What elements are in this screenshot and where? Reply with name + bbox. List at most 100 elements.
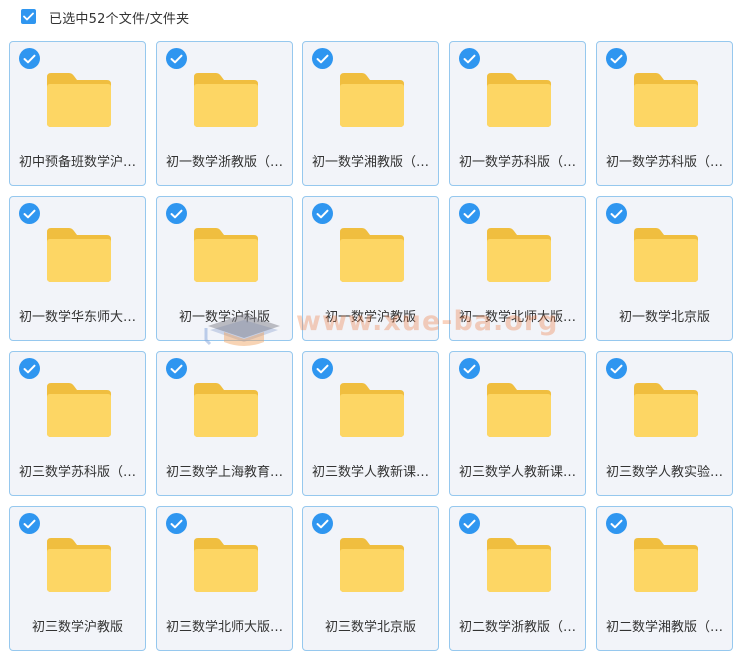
folder-icon <box>194 383 258 437</box>
folder-icon <box>634 73 698 127</box>
checkmark-icon <box>316 54 329 63</box>
file-name: 初三数学上海教育… <box>165 465 283 480</box>
file-card[interactable]: 初一数学沪教版 <box>302 196 439 341</box>
folder-icon <box>634 383 698 437</box>
select-all-checkbox[interactable] <box>21 9 36 24</box>
file-name: 初三数学北京版 <box>324 620 416 635</box>
checkmark-icon <box>316 364 329 373</box>
folder-icon <box>340 73 404 127</box>
check-circle-icon[interactable] <box>19 48 40 69</box>
file-card[interactable]: 初三数学沪教版 <box>9 506 146 651</box>
file-name: 初一数学苏科版（… <box>458 155 576 170</box>
check-circle-icon[interactable] <box>312 358 333 379</box>
checkmark-icon <box>23 54 36 63</box>
check-circle-icon[interactable] <box>312 48 333 69</box>
file-name: 初三数学沪教版 <box>31 620 123 635</box>
checkmark-icon <box>316 209 329 218</box>
checkmark-icon <box>610 54 623 63</box>
checkmark-icon <box>23 12 34 21</box>
file-card[interactable]: 初一数学苏科版（… <box>596 41 733 186</box>
checkmark-icon <box>610 364 623 373</box>
check-circle-icon[interactable] <box>166 48 187 69</box>
check-circle-icon[interactable] <box>459 513 480 534</box>
checkmark-icon <box>23 364 36 373</box>
checkmark-icon <box>463 364 476 373</box>
folder-icon <box>487 383 551 437</box>
file-name: 初二数学湘教版（… <box>605 620 723 635</box>
check-circle-icon[interactable] <box>312 203 333 224</box>
check-circle-icon[interactable] <box>606 358 627 379</box>
check-circle-icon[interactable] <box>606 513 627 534</box>
folder-icon <box>47 383 111 437</box>
checkmark-icon <box>23 519 36 528</box>
checkmark-icon <box>170 519 183 528</box>
file-name: 初一数学北京版 <box>618 310 710 325</box>
file-card[interactable]: 初三数学北京版 <box>302 506 439 651</box>
file-card[interactable]: 初三数学上海教育… <box>156 351 293 496</box>
folder-icon <box>47 228 111 282</box>
check-circle-icon[interactable] <box>166 358 187 379</box>
checkmark-icon <box>463 519 476 528</box>
file-card[interactable]: 初三数学人教实验… <box>596 351 733 496</box>
check-circle-icon[interactable] <box>459 203 480 224</box>
file-card[interactable]: 初一数学湘教版（… <box>302 41 439 186</box>
check-circle-icon[interactable] <box>312 513 333 534</box>
folder-icon <box>634 228 698 282</box>
folder-icon <box>47 73 111 127</box>
selection-count-label: 已选中52个文件/文件夹 <box>49 12 190 27</box>
file-card[interactable]: 初一数学北师大版… <box>449 196 586 341</box>
file-card[interactable]: 初三数学人教新课… <box>449 351 586 496</box>
checkmark-icon <box>316 519 329 528</box>
check-circle-icon[interactable] <box>19 358 40 379</box>
checkmark-icon <box>170 209 183 218</box>
file-name: 初三数学人教新课… <box>311 465 429 480</box>
file-name: 初中预备班数学沪… <box>18 155 136 170</box>
file-card[interactable]: 初二数学湘教版（… <box>596 506 733 651</box>
check-circle-icon[interactable] <box>166 203 187 224</box>
folder-icon <box>487 228 551 282</box>
folder-icon <box>487 73 551 127</box>
check-circle-icon[interactable] <box>19 513 40 534</box>
file-name: 初一数学沪科版 <box>178 310 270 325</box>
checkmark-icon <box>463 54 476 63</box>
file-name: 初一数学浙教版（… <box>165 155 283 170</box>
check-circle-icon[interactable] <box>459 48 480 69</box>
check-circle-icon[interactable] <box>606 203 627 224</box>
file-name: 初三数学北师大版… <box>165 620 283 635</box>
file-card[interactable]: 初二数学浙教版（… <box>449 506 586 651</box>
file-card[interactable]: 初一数学苏科版（… <box>449 41 586 186</box>
checkmark-icon <box>170 54 183 63</box>
folder-icon <box>194 73 258 127</box>
folder-icon <box>47 538 111 592</box>
file-card[interactable]: 初三数学苏科版（… <box>9 351 146 496</box>
check-circle-icon[interactable] <box>606 48 627 69</box>
file-name: 初三数学人教实验… <box>605 465 723 480</box>
file-name: 初一数学苏科版（… <box>605 155 723 170</box>
file-card[interactable]: 初三数学人教新课… <box>302 351 439 496</box>
file-name: 初一数学北师大版… <box>458 310 576 325</box>
file-card[interactable]: 初三数学北师大版… <box>156 506 293 651</box>
folder-icon <box>194 228 258 282</box>
file-name: 初一数学湘教版（… <box>311 155 429 170</box>
file-name: 初三数学苏科版（… <box>18 465 136 480</box>
file-name: 初一数学华东师大… <box>18 310 136 325</box>
file-card[interactable]: 初中预备班数学沪… <box>9 41 146 186</box>
file-name: 初一数学沪教版 <box>324 310 416 325</box>
folder-icon <box>487 538 551 592</box>
file-name: 初三数学人教新课… <box>458 465 576 480</box>
checkmark-icon <box>463 209 476 218</box>
checkmark-icon <box>610 519 623 528</box>
checkmark-icon <box>610 209 623 218</box>
check-circle-icon[interactable] <box>166 513 187 534</box>
check-circle-icon[interactable] <box>459 358 480 379</box>
folder-icon <box>194 538 258 592</box>
selection-toolbar: 已选中52个文件/文件夹 <box>0 0 739 36</box>
file-card[interactable]: 初一数学浙教版（… <box>156 41 293 186</box>
check-circle-icon[interactable] <box>19 203 40 224</box>
folder-icon <box>340 538 404 592</box>
file-card[interactable]: 初一数学华东师大… <box>9 196 146 341</box>
file-card[interactable]: 初一数学北京版 <box>596 196 733 341</box>
checkmark-icon <box>170 364 183 373</box>
file-card[interactable]: 初一数学沪科版 <box>156 196 293 341</box>
file-name: 初二数学浙教版（… <box>458 620 576 635</box>
